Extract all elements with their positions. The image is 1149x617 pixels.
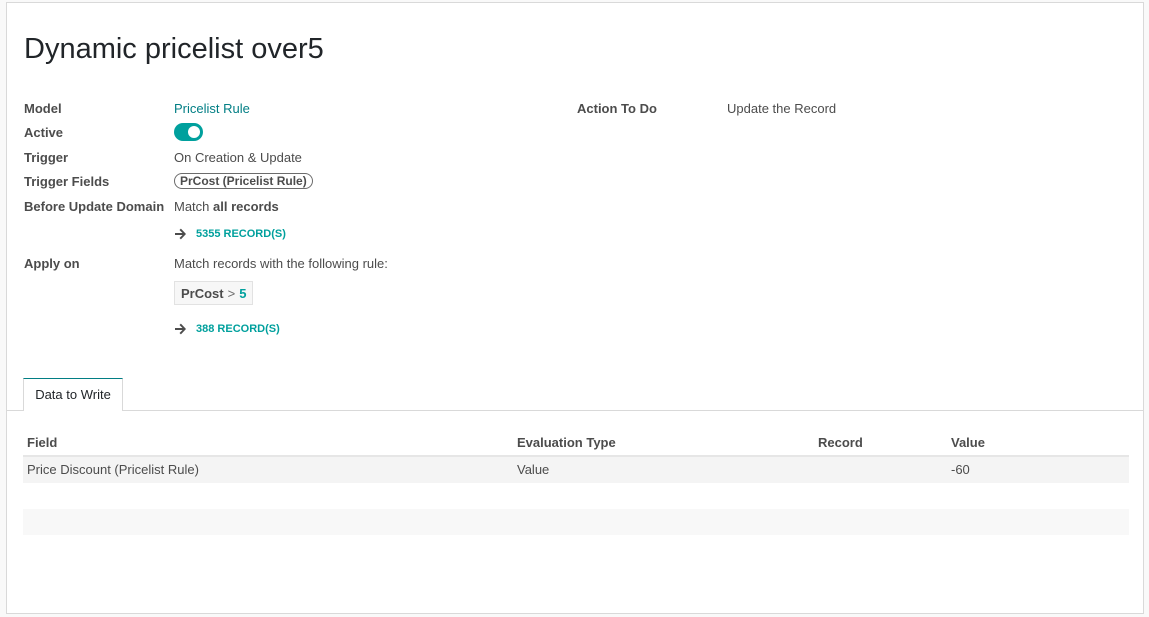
page-title: Dynamic pricelist over5: [24, 33, 324, 65]
trigger-field-tag[interactable]: PrCost (Pricelist Rule): [174, 173, 313, 189]
arrow-right-icon: [175, 228, 186, 240]
rule-value: 5: [239, 286, 247, 301]
active-label: Active: [24, 125, 64, 140]
apply-on-label: Apply on: [24, 256, 80, 271]
rule-operator: >: [227, 286, 236, 301]
rule-field: PrCost: [181, 286, 224, 301]
cell-value: -60: [951, 462, 970, 477]
before-domain-count: 5355 RECORD(S): [196, 228, 286, 240]
tab-bar-line: [7, 410, 1143, 411]
before-domain-prefix: Match: [174, 199, 214, 214]
form-sheet: Dynamic pricelist over5 Model Pricelist …: [6, 2, 1144, 614]
cell-field: Price Discount (Pricelist Rule): [27, 462, 199, 477]
column-header-value[interactable]: Value: [951, 435, 985, 450]
tab-data-to-write[interactable]: Data to Write: [23, 378, 123, 411]
cell-evaluation-type: Value: [517, 462, 550, 477]
trigger-label: Trigger: [24, 150, 69, 165]
toggle-knob: [188, 126, 200, 138]
arrow-right-icon: [175, 323, 186, 335]
before-domain-records-link[interactable]: 5355 RECORD(S): [174, 228, 286, 240]
active-toggle[interactable]: [174, 123, 203, 141]
apply-on-text: Match records with the following rule:: [174, 256, 388, 271]
column-header-record[interactable]: Record: [818, 435, 863, 450]
trigger-value[interactable]: On Creation & Update: [174, 150, 302, 165]
action-value[interactable]: Update the Record: [727, 101, 836, 116]
model-label: Model: [24, 101, 62, 116]
apply-on-count: 388 RECORD(S): [196, 323, 280, 335]
before-domain-label: Before Update Domain: [24, 199, 165, 214]
trigger-fields-label: Trigger Fields: [24, 174, 110, 189]
apply-on-records-link[interactable]: 388 RECORD(S): [174, 323, 280, 335]
table-row-empty: [23, 509, 1129, 535]
before-domain-strong: all records: [213, 199, 279, 214]
column-header-evaluation-type[interactable]: Evaluation Type: [517, 435, 616, 450]
model-link[interactable]: Pricelist Rule: [174, 101, 250, 116]
action-label: Action To Do: [577, 101, 657, 116]
domain-rule[interactable]: PrCost >5: [174, 281, 254, 305]
before-domain-value: Match all records: [174, 199, 279, 214]
column-header-field[interactable]: Field: [27, 435, 57, 450]
